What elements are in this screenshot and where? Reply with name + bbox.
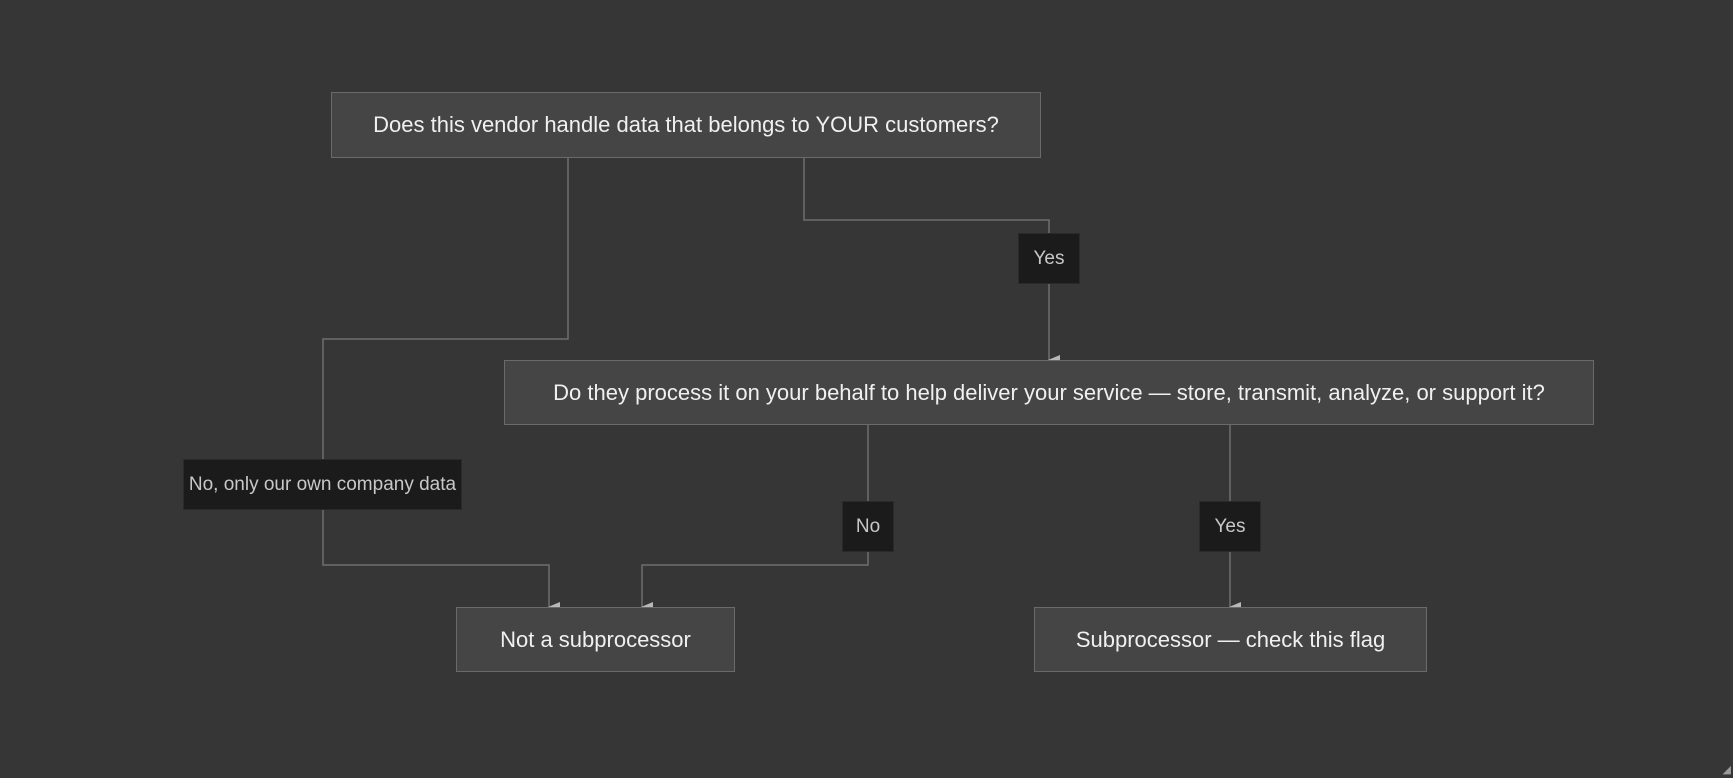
flowchart-canvas: Does this vendor handle data that belong…	[0, 0, 1733, 778]
edge-label-no-process: No	[842, 501, 894, 552]
resize-handle-icon[interactable]: ◢	[1723, 765, 1731, 776]
outcome-node-not-subprocessor: Not a subprocessor	[456, 607, 735, 672]
question-node-process-on-behalf: Do they process it on your behalf to hel…	[504, 360, 1594, 425]
edge-label-yes-process: Yes	[1199, 501, 1261, 552]
outcome-node-subprocessor: Subprocessor — check this flag	[1034, 607, 1427, 672]
connector-q2-no-to-not-subprocessor	[641, 425, 869, 612]
edge-label-no-own-company-data: No, only our own company data	[183, 459, 462, 510]
connector-q1-yes-to-q2	[803, 158, 1060, 365]
question-node-customer-data: Does this vendor handle data that belong…	[331, 92, 1041, 158]
edge-label-yes-customer-data: Yes	[1018, 233, 1080, 284]
